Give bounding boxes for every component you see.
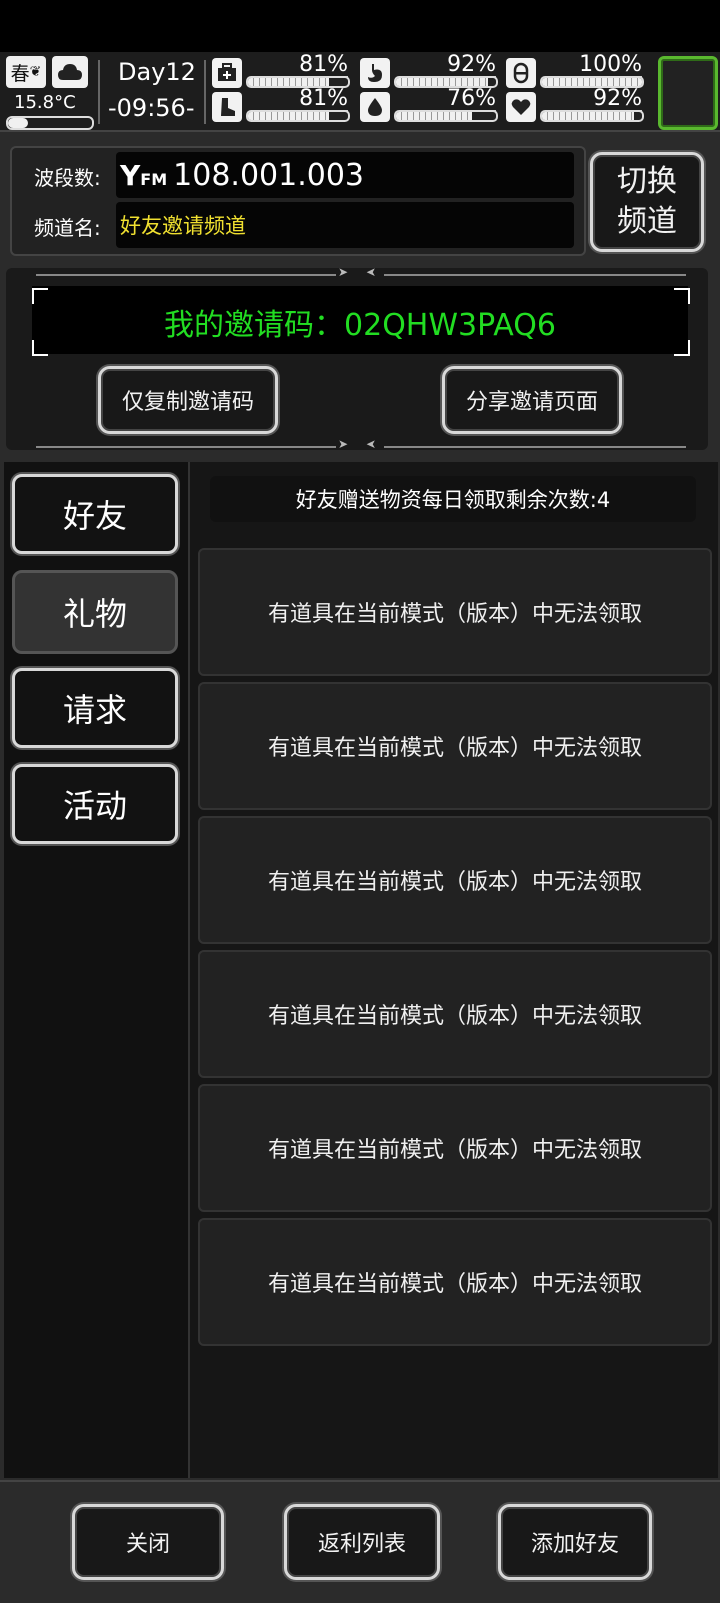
day-text: Day12: [118, 58, 196, 86]
stat-bar-fill: [396, 112, 472, 120]
tab-friends[interactable]: 好友: [12, 474, 178, 554]
divider: [98, 60, 100, 124]
close-button-label: 关闭: [125, 1532, 170, 1557]
gift-item[interactable]: 有道具在当前模式（版本）中无法领取: [198, 682, 712, 810]
boot-icon: [212, 92, 242, 122]
cloud-icon: [52, 56, 88, 88]
heart-icon: [506, 92, 536, 122]
top-black-bar: [0, 0, 720, 52]
rebate-list-label: 返利列表: [317, 1532, 406, 1557]
divider-line: [384, 446, 686, 448]
medkit-icon: [212, 58, 242, 88]
invite-code-text: 我的邀请码：02QHW3PAQ6: [164, 308, 556, 343]
stat-percent: 81%: [252, 54, 348, 78]
rebate-list-button[interactable]: 返利列表: [284, 1504, 440, 1580]
stat-bar: [394, 110, 498, 122]
tab-friends-label: 好友: [62, 497, 127, 535]
gift-item-text: 有道具在当前模式（版本）中无法领取: [267, 1138, 642, 1163]
stat-percent: 92%: [400, 54, 496, 78]
stat-percent: 100%: [546, 54, 642, 78]
gift-item-text: 有道具在当前模式（版本）中无法领取: [267, 870, 642, 895]
channel-name-value: 好友邀请频道: [120, 214, 246, 238]
close-button[interactable]: 关闭: [72, 1504, 224, 1580]
add-friend-button[interactable]: 添加好友: [498, 1504, 652, 1580]
stomach-icon: [360, 58, 390, 88]
water-drop-icon: [360, 92, 390, 122]
divider-line: [36, 446, 336, 448]
stat-bar-fill: [248, 112, 329, 120]
gift-item[interactable]: 有道具在当前模式（版本）中无法领取: [198, 548, 712, 676]
channel-name-label: 频道名:: [34, 216, 101, 240]
season-text: 春: [10, 62, 30, 85]
tab-requests-label: 请求: [62, 691, 127, 729]
fm-antenna-icon: YFM: [120, 158, 168, 192]
tab-events[interactable]: 活动: [12, 764, 178, 844]
stat-percent: 76%: [400, 88, 496, 112]
divider-line: [36, 274, 336, 276]
season-badge: 春 ❦: [6, 56, 46, 88]
temperature-bar: [6, 116, 94, 130]
divider: [204, 60, 206, 124]
gift-claims-remaining: 好友赠送物资每日领取剩余次数:4: [210, 476, 696, 522]
divider-line: [384, 274, 686, 276]
share-invite-page-label: 分享邀请页面: [465, 390, 598, 415]
arrow-left-icon: ➤: [366, 437, 377, 451]
gift-item-text: 有道具在当前模式（版本）中无法领取: [267, 602, 642, 627]
add-friend-label: 添加好友: [530, 1532, 619, 1557]
stat-bar: [540, 110, 644, 122]
tab-gifts[interactable]: 礼物: [12, 570, 178, 654]
tab-gifts-label: 礼物: [62, 595, 127, 633]
gift-item-text: 有道具在当前模式（版本）中无法领取: [267, 736, 642, 761]
stat-bar-fill: [248, 78, 329, 86]
gift-item-text: 有道具在当前模式（版本）中无法领取: [267, 1272, 642, 1297]
stat-bar: [246, 110, 350, 122]
gift-item-text: 有道具在当前模式（版本）中无法领取: [267, 1004, 642, 1029]
status-indicator-button[interactable]: [658, 56, 718, 130]
copy-invite-code-button[interactable]: 仅复制邀请码: [98, 366, 278, 434]
stat-bar-fill: [396, 78, 488, 86]
arrow-right-icon: ➤: [338, 265, 349, 279]
tab-requests[interactable]: 请求: [12, 668, 178, 748]
arrow-right-icon: ➤: [338, 437, 349, 451]
band-row: YFM 108.001.003: [116, 152, 574, 198]
gift-item[interactable]: 有道具在当前模式（版本）中无法领取: [198, 950, 712, 1078]
arrow-left-icon: ➤: [366, 265, 377, 279]
band-label: 波段数:: [34, 166, 101, 190]
switch-channel-label-2: 频道: [617, 204, 677, 239]
temperature-text: 15.8°C: [14, 92, 76, 113]
switch-channel-button[interactable]: 切换 频道: [590, 152, 704, 252]
stat-bar-fill: [542, 112, 634, 120]
switch-channel-label-1: 切换: [617, 164, 677, 199]
pill-icon: [506, 58, 536, 88]
band-value: 108.001.003: [173, 157, 364, 193]
leaf-icon: ❦: [29, 64, 42, 80]
stat-bar-fill: [542, 78, 642, 86]
tab-events-label: 活动: [62, 787, 127, 825]
copy-invite-code-label: 仅复制邀请码: [121, 390, 254, 415]
time-text: -09:56-: [108, 94, 195, 122]
share-invite-page-button[interactable]: 分享邀请页面: [442, 366, 622, 434]
stat-percent: 81%: [252, 88, 348, 112]
gift-item[interactable]: 有道具在当前模式（版本）中无法领取: [198, 816, 712, 944]
temperature-bar-fill: [8, 118, 28, 128]
channel-name-row: 好友邀请频道: [116, 202, 574, 248]
stat-percent: 92%: [546, 88, 642, 112]
gift-item[interactable]: 有道具在当前模式（版本）中无法领取: [198, 1084, 712, 1212]
gift-item[interactable]: 有道具在当前模式（版本）中无法领取: [198, 1218, 712, 1346]
